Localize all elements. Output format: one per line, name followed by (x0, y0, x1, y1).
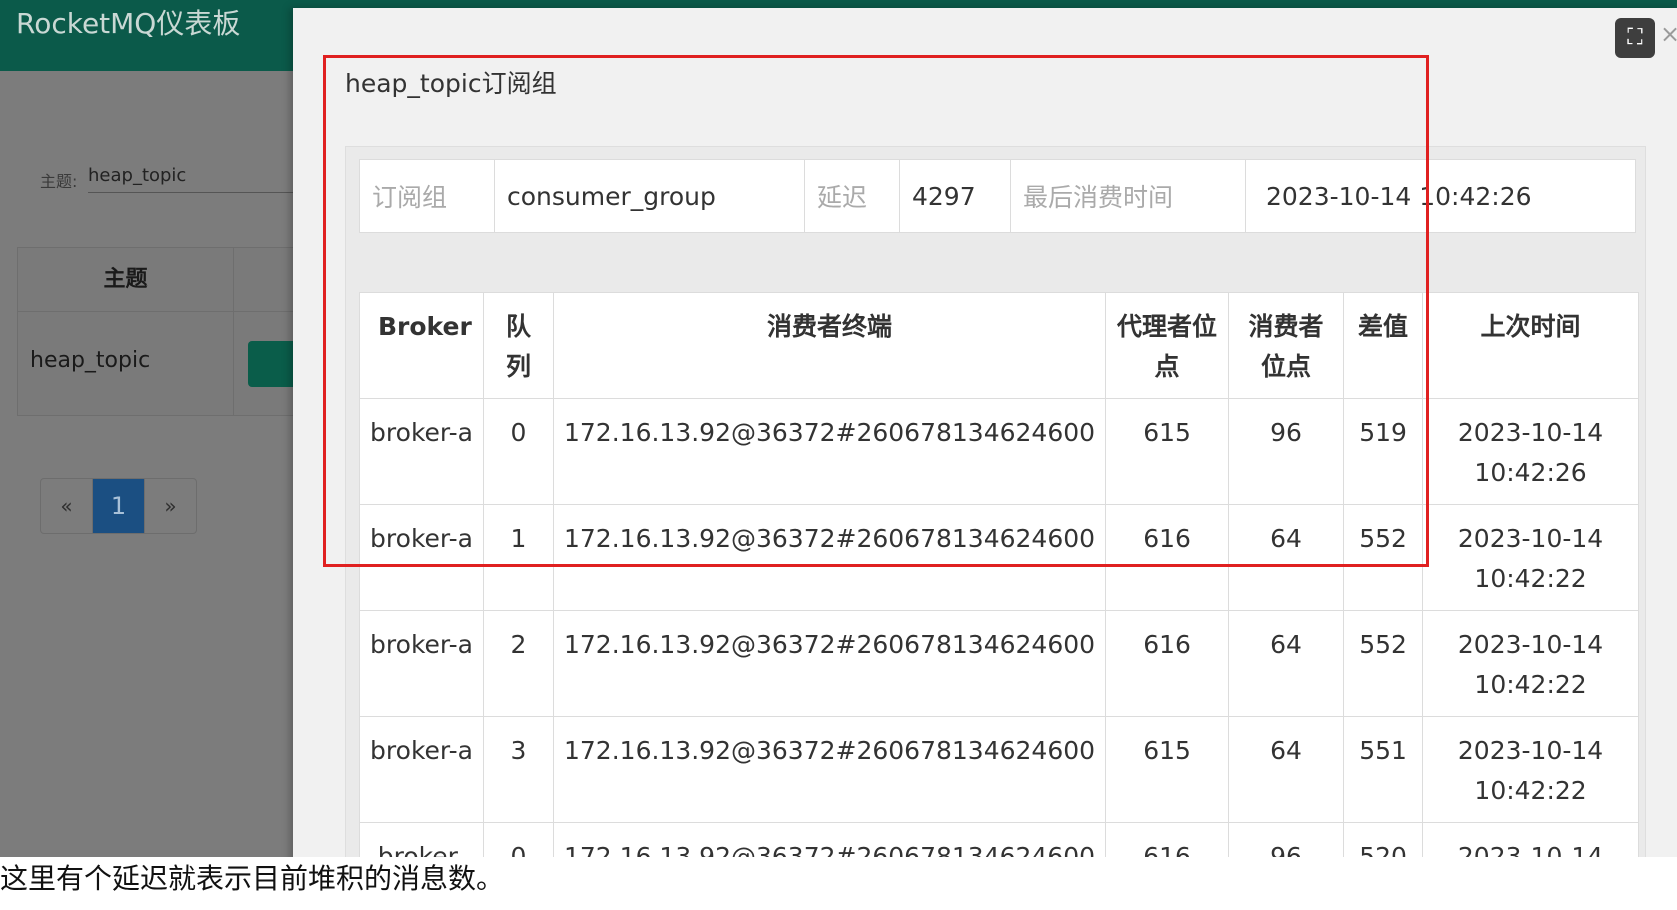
cell-time: 2023-10-14 10:42:26 (1422, 398, 1640, 505)
highlight-annotation-box (323, 55, 1429, 567)
pagination: « 1 » (40, 478, 197, 534)
cell-time: 2023-10-14 (1422, 822, 1640, 857)
close-icon[interactable]: × (1660, 20, 1677, 48)
cell-consumer-offset: 64 (1228, 716, 1345, 823)
cell-time: 2023-10-14 10:42:22 (1422, 504, 1640, 611)
topic-cell: heap_topic (30, 348, 151, 373)
cell-diff: 520 (1343, 822, 1424, 857)
cell-consumer-offset: 96 (1228, 822, 1345, 857)
cell-time: 2023-10-14 10:42:22 (1422, 610, 1640, 717)
cell-client: 172.16.13.92@36372#260678134624600 (552, 822, 1107, 857)
cell-broker-offset: 616 (1105, 822, 1230, 857)
column-last-time: 上次时间 (1422, 292, 1640, 399)
cell-broker: broker-a (359, 610, 484, 717)
fullscreen-icon[interactable]: ⛶ (1615, 18, 1655, 58)
cell-queue: 0 (483, 822, 554, 857)
cell-consumer-offset: 64 (1228, 610, 1345, 717)
topic-table: 主题 heap_topic (17, 247, 308, 416)
pagination-next[interactable]: » (144, 479, 196, 533)
column-divider (233, 312, 234, 415)
table-row: broker-a 3 172.16.13.92@36372#2606781346… (359, 716, 1640, 823)
cell-broker: broker- (359, 822, 484, 857)
cell-client: 172.16.13.92@36372#260678134624600 (552, 610, 1107, 717)
cell-time: 2023-10-14 10:42:22 (1422, 716, 1640, 823)
cell-broker: broker-a (359, 716, 484, 823)
topic-filter-input[interactable]: heap_topic (88, 165, 298, 193)
topic-filter-label: 主题: (40, 172, 78, 191)
cell-queue: 3 (483, 716, 554, 823)
pagination-page-1[interactable]: 1 (93, 479, 144, 533)
topic-column-header: 主题 (18, 248, 234, 312)
screenshot-area: RocketMQ仪表板 主题: heap_topic 主题 heap_topic… (0, 0, 1677, 857)
cell-broker-offset: 615 (1105, 716, 1230, 823)
pagination-prev[interactable]: « (41, 479, 93, 533)
cell-queue: 2 (483, 610, 554, 717)
topic-column-header-2 (234, 248, 301, 312)
cell-diff: 552 (1343, 610, 1424, 717)
app-title[interactable]: RocketMQ仪表板 (16, 2, 240, 42)
table-row: broker- 0 172.16.13.92@36372#26067813462… (359, 822, 1640, 857)
table-row: broker-a 2 172.16.13.92@36372#2606781346… (359, 610, 1640, 717)
cell-client: 172.16.13.92@36372#260678134624600 (552, 716, 1107, 823)
video-caption: 这里有个延迟就表示目前堆积的消息数。 (0, 857, 1677, 910)
cell-diff: 551 (1343, 716, 1424, 823)
cell-broker-offset: 616 (1105, 610, 1230, 717)
